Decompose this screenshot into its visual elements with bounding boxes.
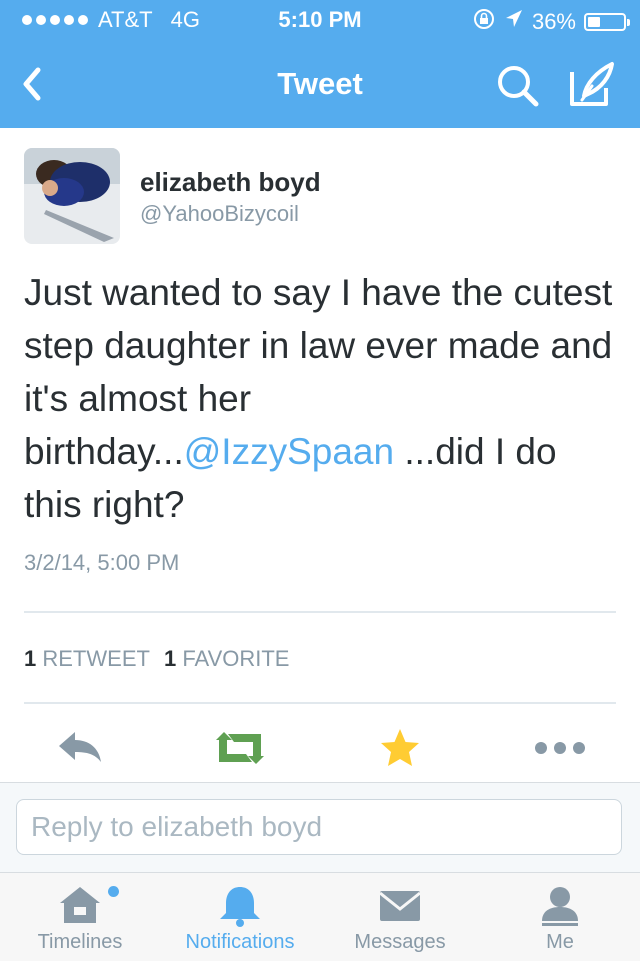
home-icon bbox=[50, 883, 110, 927]
battery-percent: 36% bbox=[531, 9, 576, 34]
favorite-count: 1 bbox=[163, 646, 177, 671]
page-title: Tweet bbox=[277, 66, 363, 101]
status-bar: AT&T 4G 5:10 PM 36% bbox=[0, 0, 640, 40]
bell-icon bbox=[210, 883, 270, 927]
tab-timelines[interactable]: Timelines bbox=[0, 873, 160, 961]
person-icon bbox=[530, 883, 590, 927]
orientation-lock-icon bbox=[472, 7, 496, 37]
divider bbox=[24, 702, 616, 704]
header: AT&T 4G 5:10 PM 36% Tweet bbox=[0, 0, 640, 128]
retweet-count: 1 bbox=[24, 646, 37, 671]
reply-icon[interactable] bbox=[50, 722, 110, 774]
retweet-icon[interactable] bbox=[210, 722, 270, 774]
tweet-stats: 1 RETWEET 1 FAVORITE bbox=[24, 646, 289, 672]
favorite-icon[interactable] bbox=[370, 722, 430, 774]
envelope-icon bbox=[370, 883, 430, 927]
retweet-stat-link[interactable]: RETWEET bbox=[42, 646, 150, 671]
battery-icon bbox=[584, 13, 630, 31]
unread-indicator bbox=[108, 886, 119, 897]
location-arrow-icon bbox=[504, 8, 524, 36]
nav-bar: Tweet bbox=[0, 40, 640, 128]
tab-messages[interactable]: Messages bbox=[320, 873, 480, 961]
search-icon[interactable] bbox=[494, 62, 542, 110]
avatar[interactable] bbox=[24, 148, 120, 244]
status-right: 36% bbox=[472, 7, 630, 37]
reply-input[interactable] bbox=[16, 799, 622, 855]
tweet-text: Just wanted to say I have the cutest ste… bbox=[24, 266, 624, 531]
tab-me[interactable]: Me bbox=[480, 873, 640, 961]
tab-bar: Timelines Notifications Messages Me bbox=[0, 872, 640, 961]
tab-label: Timelines bbox=[37, 931, 123, 953]
author-name[interactable]: elizabeth boyd bbox=[140, 167, 321, 198]
reply-bar bbox=[0, 782, 640, 873]
tab-label: Messages bbox=[354, 931, 446, 953]
tab-label: Notifications bbox=[185, 931, 295, 953]
more-icon[interactable] bbox=[530, 722, 590, 774]
divider bbox=[24, 611, 616, 613]
tweet-timestamp: 3/2/14, 5:00 PM bbox=[24, 550, 180, 575]
compose-icon[interactable] bbox=[566, 60, 618, 110]
tab-notifications[interactable]: Notifications bbox=[160, 873, 320, 961]
author-handle[interactable]: @YahooBizycoil bbox=[140, 201, 299, 227]
mention-link[interactable]: @IzzySpaan bbox=[184, 431, 394, 472]
favorite-stat-link[interactable]: FAVORITE bbox=[182, 646, 289, 671]
tab-label: Me bbox=[546, 931, 574, 953]
